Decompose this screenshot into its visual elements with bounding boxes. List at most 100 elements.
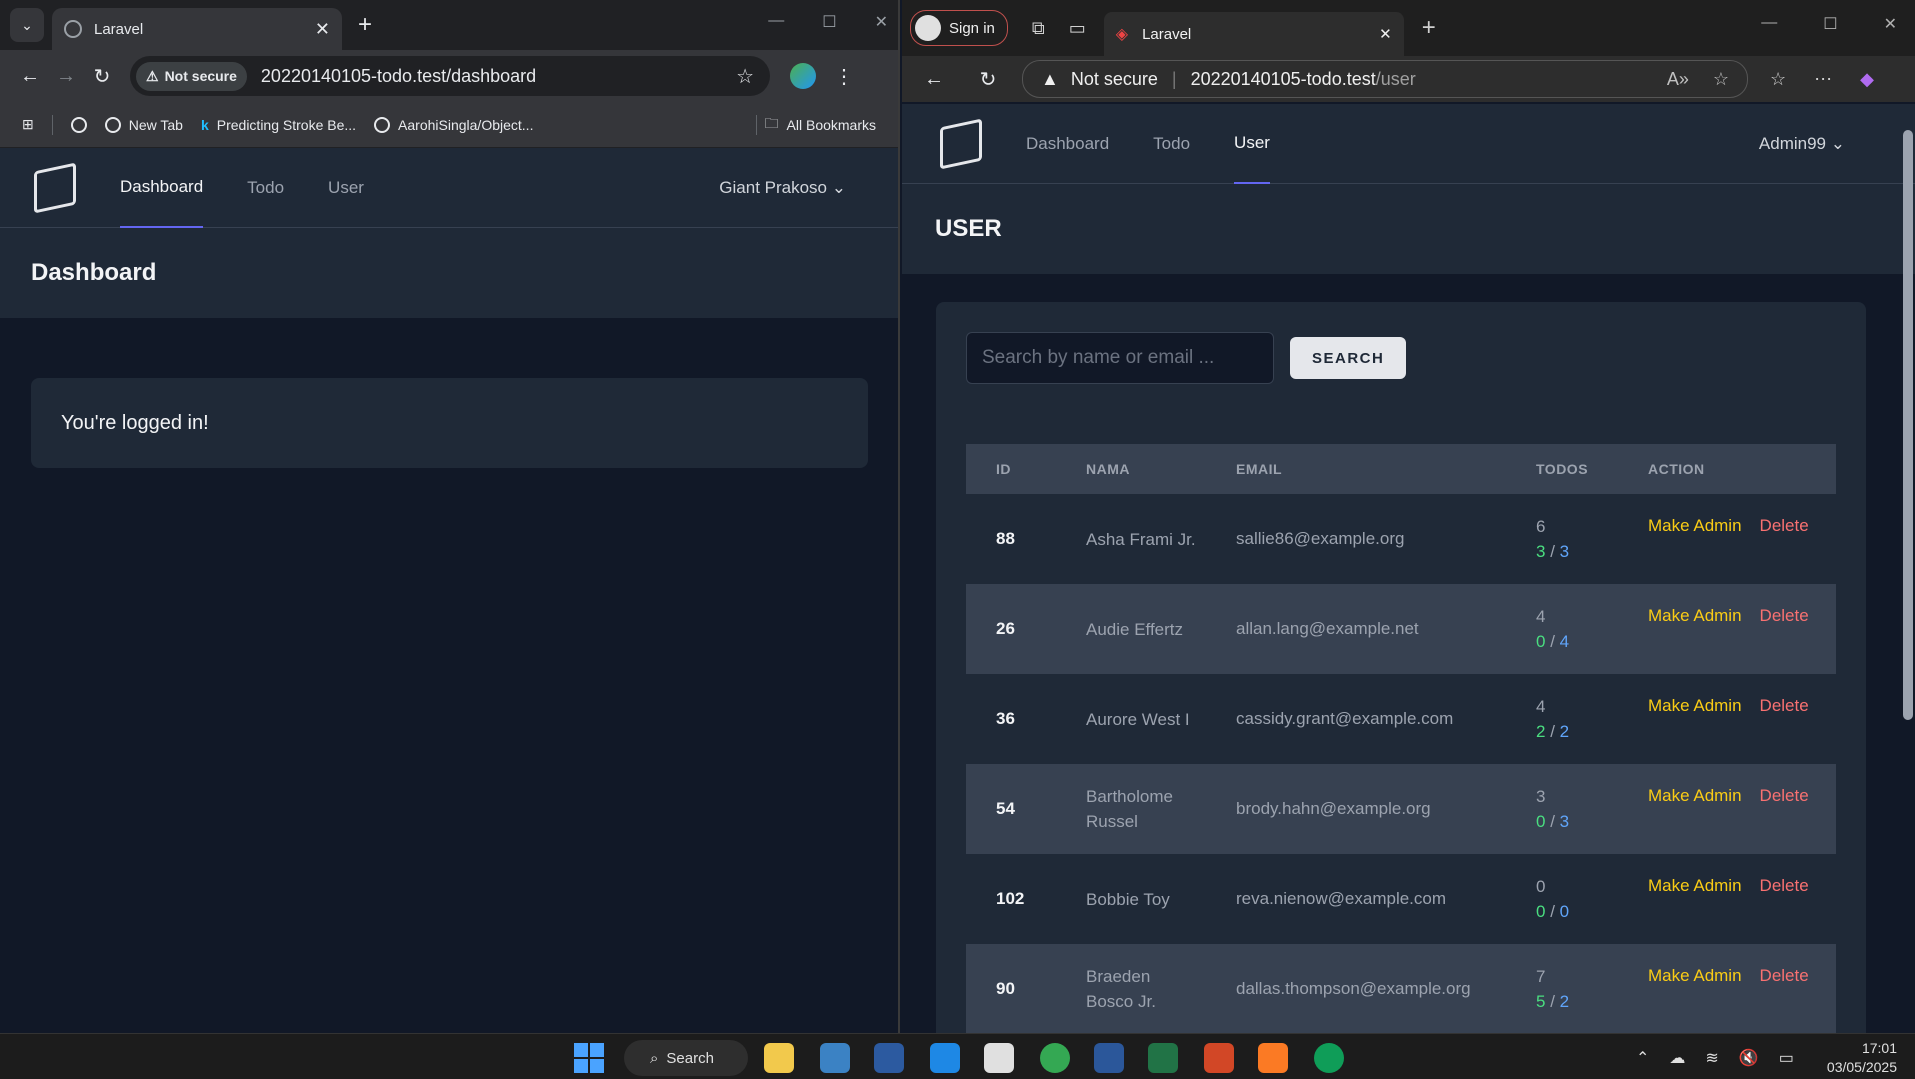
delete-button[interactable]: Delete <box>1760 876 1809 895</box>
nav-link-dashboard[interactable]: Dashboard <box>1026 104 1109 184</box>
not-secure-chip[interactable]: ⚠ Not secure <box>136 61 247 91</box>
volume-muted-icon[interactable]: 🔇 <box>1739 1048 1759 1068</box>
user-name: Bobbie Toy <box>1086 889 1170 909</box>
favorites-icon[interactable]: ☆ <box>1770 69 1786 90</box>
sign-in-label: Sign in <box>949 19 995 37</box>
user-todos: 40 / 4 <box>1506 584 1618 674</box>
back-arrow-icon[interactable]: ← <box>12 65 48 88</box>
chevron-down-icon: ⌄ <box>1830 134 1845 153</box>
user-email: dallas.thompson@example.org <box>1236 979 1471 998</box>
more-icon[interactable]: ⋯ <box>1814 69 1832 90</box>
close-tab-icon[interactable]: ✕ <box>1379 25 1392 43</box>
copilot-icon[interactable]: ◆ <box>1860 69 1874 90</box>
bookmark-predicting-stroke[interactable]: k Predicting Stroke Be... <box>201 117 356 133</box>
chrome-tab-bar: ⌄ Laravel ✕ + — ☐ ✕ <box>0 0 898 50</box>
battery-icon[interactable]: ▭ <box>1779 1048 1794 1068</box>
delete-button[interactable]: Delete <box>1760 516 1809 535</box>
todo-pending-count: 3 <box>1559 542 1570 561</box>
user-dropdown[interactable]: Admin99 ⌄ <box>1759 134 1845 154</box>
todo-count: 7 <box>1536 967 1546 986</box>
all-bookmarks[interactable]: 🗀 All Bookmarks <box>755 113 876 137</box>
bookmark-new-tab[interactable]: New Tab <box>104 116 183 133</box>
forward-arrow-icon[interactable]: → <box>48 65 84 88</box>
snipping-tool-icon[interactable] <box>984 1043 1014 1073</box>
onedrive-cloud-icon[interactable]: ☁ <box>1669 1048 1685 1068</box>
make-admin-button[interactable]: Make Admin <box>1648 606 1742 625</box>
vscode-icon[interactable] <box>930 1043 960 1073</box>
tab-actions-icon[interactable]: ▭ <box>1069 18 1086 39</box>
search-input[interactable] <box>966 332 1274 384</box>
minimize-icon[interactable]: — <box>768 12 784 32</box>
user-id: 36 <box>996 709 1015 728</box>
col-name: NAMA <box>1086 461 1130 477</box>
nav-link-todo[interactable]: Todo <box>247 148 284 228</box>
minimize-icon[interactable]: — <box>1761 14 1777 34</box>
bookmark-github[interactable]: AarohiSingla/Object... <box>374 116 533 133</box>
user-actions: Make Admin Delete <box>1618 494 1836 584</box>
chevron-up-icon[interactable]: ⌃ <box>1636 1048 1649 1068</box>
favorite-star-icon[interactable]: ☆ <box>1713 69 1729 90</box>
apps-grid-icon[interactable]: ⊞ <box>22 116 34 133</box>
edge-icon[interactable] <box>1314 1043 1344 1073</box>
laravel-logo-icon[interactable] <box>940 118 982 169</box>
reload-icon[interactable]: ↻ <box>84 64 120 89</box>
read-aloud-icon[interactable]: A» <box>1667 69 1689 90</box>
close-window-icon[interactable]: ✕ <box>1884 14 1897 34</box>
excel-icon[interactable] <box>1148 1043 1178 1073</box>
close-window-icon[interactable]: ✕ <box>875 12 888 32</box>
close-tab-icon[interactable]: ✕ <box>315 19 330 40</box>
xampp-icon[interactable] <box>1258 1043 1288 1073</box>
reload-icon[interactable]: ↻ <box>970 67 1006 92</box>
profile-avatar[interactable] <box>790 63 816 89</box>
powerpoint-icon[interactable] <box>1204 1043 1234 1073</box>
new-tab-plus-icon[interactable]: + <box>358 11 372 39</box>
file-explorer-icon[interactable] <box>764 1043 794 1073</box>
chrome-tab[interactable]: Laravel ✕ <box>52 8 342 50</box>
nav-link-todo[interactable]: Todo <box>1153 104 1190 184</box>
user-todos: 4 2 / 2 <box>1506 674 1618 764</box>
delete-button[interactable]: Delete <box>1760 606 1809 625</box>
clock[interactable]: 17:01 03/05/2025 <box>1827 1039 1897 1077</box>
powershell-icon[interactable] <box>874 1043 904 1073</box>
make-admin-button[interactable]: Make Admin <box>1648 516 1742 535</box>
chrome-icon[interactable] <box>1040 1043 1070 1073</box>
todo-count: 3 <box>1536 787 1546 806</box>
windows-start-icon[interactable] <box>574 1043 604 1073</box>
address-bar[interactable]: ⚠ Not secure 20220140105-todo.test/dashb… <box>130 56 770 96</box>
search-button[interactable]: SEARCH <box>1290 337 1407 379</box>
address-bar[interactable]: ▲ Not secure | 20220140105-todo.test/use… <box>1022 60 1748 98</box>
delete-button[interactable]: Delete <box>1760 786 1809 805</box>
nav-link-user[interactable]: User <box>328 148 364 228</box>
globe-icon[interactable] <box>70 116 87 133</box>
make-admin-button[interactable]: Make Admin <box>1648 696 1742 715</box>
kaggle-k-icon: k <box>200 116 209 133</box>
delete-button[interactable]: Delete <box>1760 966 1809 985</box>
edge-tab[interactable]: ◈ Laravel ✕ <box>1103 12 1404 56</box>
menu-kebab-icon[interactable]: ⋮ <box>834 64 854 89</box>
delete-button[interactable]: Delete <box>1760 696 1809 715</box>
taskbar-search[interactable]: ⌕ Search <box>624 1040 748 1076</box>
todo-progress: 0 / 4 <box>1536 629 1618 654</box>
make-admin-button[interactable]: Make Admin <box>1648 876 1742 895</box>
scroll-thumb[interactable] <box>1903 130 1913 720</box>
word-icon[interactable] <box>1094 1043 1124 1073</box>
nav-link-dashboard[interactable]: Dashboard <box>120 148 204 228</box>
make-admin-button[interactable]: Make Admin <box>1648 966 1742 985</box>
user-dropdown[interactable]: Giant Prakoso ⌄ <box>719 178 846 198</box>
table-header-row: ID NAMA EMAIL TODOS ACTION <box>966 444 1836 494</box>
wifi-icon[interactable]: ≋ <box>1705 1048 1718 1068</box>
sign-in-button[interactable]: Sign in <box>910 10 1008 46</box>
maximize-icon[interactable]: ☐ <box>822 12 836 32</box>
photos-icon[interactable] <box>820 1043 850 1073</box>
workspaces-icon[interactable]: ⧉ <box>1032 18 1045 39</box>
laravel-logo-icon[interactable] <box>34 162 76 213</box>
back-arrow-icon[interactable]: ← <box>916 68 952 91</box>
new-tab-plus-icon[interactable]: + <box>1422 14 1436 42</box>
scrollbar[interactable] <box>1901 110 1913 720</box>
tab-search-chevron-icon[interactable]: ⌄ <box>10 8 44 42</box>
edge-window: Sign in ⧉ ▭ ◈ Laravel ✕ + — ☐ ✕ ← ↻ ▲ No… <box>902 0 1915 1033</box>
nav-link-user[interactable]: User <box>1234 104 1270 184</box>
bookmark-star-icon[interactable]: ☆ <box>736 64 754 89</box>
maximize-icon[interactable]: ☐ <box>1823 14 1837 34</box>
make-admin-button[interactable]: Make Admin <box>1648 786 1742 805</box>
